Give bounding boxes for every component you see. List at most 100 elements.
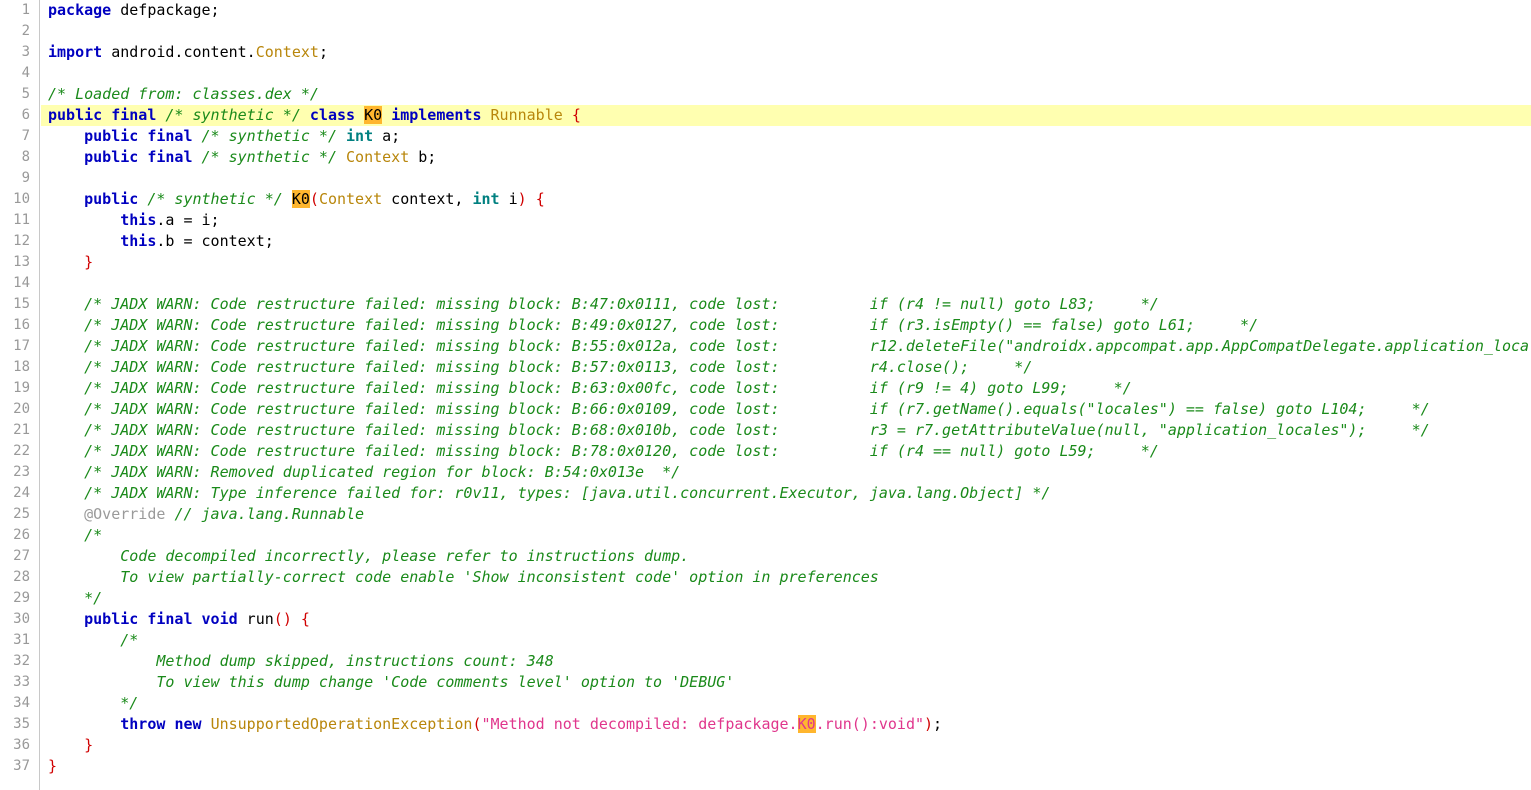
code-line[interactable]: package defpackage; bbox=[41, 0, 1531, 21]
code-line[interactable]: this.b = context; bbox=[41, 231, 1531, 252]
line-number: 28 bbox=[13, 569, 30, 585]
comment: /* JADX WARN: Removed duplicated region … bbox=[48, 463, 681, 481]
code-line[interactable] bbox=[41, 273, 1531, 294]
code-line[interactable]: public final /* synthetic */ class K0 im… bbox=[41, 105, 1531, 126]
code-line[interactable] bbox=[41, 21, 1531, 42]
code-line[interactable]: } bbox=[41, 252, 1531, 273]
keyword: new bbox=[174, 715, 202, 733]
code-content-area[interactable]: package defpackage; import android.conte… bbox=[41, 0, 1531, 790]
line-number: 24 bbox=[13, 485, 30, 501]
line-number: 27 bbox=[13, 548, 30, 564]
code-line[interactable]: this.a = i; bbox=[41, 210, 1531, 231]
code-line[interactable]: /* JADX WARN: Code restructure failed: m… bbox=[41, 315, 1531, 336]
code-line[interactable]: public /* synthetic */ K0(Context contex… bbox=[41, 189, 1531, 210]
code-line[interactable]: /* JADX WARN: Type inference failed for:… bbox=[41, 483, 1531, 504]
comment: /* bbox=[48, 631, 139, 649]
code-line[interactable]: import android.content.Context; bbox=[41, 42, 1531, 63]
line-number: 31 bbox=[13, 632, 30, 648]
code-line[interactable] bbox=[41, 63, 1531, 84]
line-number: 32 bbox=[13, 653, 30, 669]
code-line[interactable]: /* JADX WARN: Code restructure failed: m… bbox=[41, 399, 1531, 420]
keyword: public bbox=[84, 148, 139, 166]
bracket: { bbox=[535, 190, 545, 208]
comment: To view partially-correct code enable 'S… bbox=[48, 568, 879, 586]
line-number: 25 bbox=[13, 506, 30, 522]
bracket: } bbox=[84, 736, 94, 754]
line-number: 4 bbox=[21, 65, 30, 81]
line-number: 35 bbox=[13, 716, 30, 732]
line-number: 9 bbox=[21, 170, 30, 186]
occurrence-highlight: K0 bbox=[364, 106, 383, 124]
line-number: 36 bbox=[13, 737, 30, 753]
code-line[interactable]: /* JADX WARN: Removed duplicated region … bbox=[41, 462, 1531, 483]
line-number: 15 bbox=[13, 296, 30, 312]
keyword: class bbox=[309, 106, 356, 124]
comment: /* JADX WARN: Code restructure failed: m… bbox=[48, 421, 1430, 439]
comment: */ bbox=[48, 694, 139, 712]
code-line[interactable]: /* JADX WARN: Code restructure failed: m… bbox=[41, 357, 1531, 378]
code-line[interactable]: /* JADX WARN: Code restructure failed: m… bbox=[41, 441, 1531, 462]
code-line[interactable]: To view partially-correct code enable 'S… bbox=[41, 567, 1531, 588]
class-name: Runnable bbox=[490, 106, 563, 124]
comment: /* JADX WARN: Code restructure failed: m… bbox=[48, 358, 1033, 376]
code-line[interactable]: /* bbox=[41, 630, 1531, 651]
code-line[interactable]: } bbox=[41, 735, 1531, 756]
code-line[interactable]: */ bbox=[41, 693, 1531, 714]
bracket: ) bbox=[282, 610, 292, 628]
code-editor[interactable]: 1 2 3 4 5 6 7 8 9 10 11 12 13 14 15 16 17 18 19 20 21 22 23 24 2… bbox=[0, 0, 1531, 790]
keyword: public bbox=[48, 106, 103, 124]
comment: /* JADX WARN: Type inference failed for:… bbox=[48, 484, 1051, 502]
class-name: Context bbox=[255, 43, 319, 61]
code-line[interactable]: public final void run() { bbox=[41, 609, 1531, 630]
comment: // java.lang.Runnable bbox=[174, 505, 365, 523]
bracket: ( bbox=[472, 715, 482, 733]
code-line[interactable] bbox=[41, 168, 1531, 189]
comment: /* synthetic */ bbox=[201, 127, 337, 145]
comment: /* JADX WARN: Code restructure failed: m… bbox=[48, 337, 1531, 355]
line-number: 6 bbox=[21, 107, 30, 123]
comment: /* JADX WARN: Code restructure failed: m… bbox=[48, 442, 1159, 460]
code-line[interactable]: public final /* synthetic */ Context b; bbox=[41, 147, 1531, 168]
bracket: ) bbox=[517, 190, 527, 208]
line-number: 12 bbox=[13, 233, 30, 249]
code-line[interactable]: /* JADX WARN: Code restructure failed: m… bbox=[41, 336, 1531, 357]
line-number: 11 bbox=[13, 212, 30, 228]
code-line[interactable]: /* JADX WARN: Code restructure failed: m… bbox=[41, 420, 1531, 441]
keyword: throw bbox=[120, 715, 166, 733]
comment: /* JADX WARN: Code restructure failed: m… bbox=[48, 400, 1430, 418]
line-number: 5 bbox=[21, 86, 30, 102]
comment: /* synthetic */ bbox=[165, 106, 301, 124]
code-line[interactable]: /* bbox=[41, 525, 1531, 546]
line-number: 23 bbox=[13, 464, 30, 480]
keyword: final bbox=[147, 610, 193, 628]
code-line[interactable]: /* JADX WARN: Code restructure failed: m… bbox=[41, 294, 1531, 315]
code-line[interactable]: Code decompiled incorrectly, please refe… bbox=[41, 546, 1531, 567]
code-line[interactable]: Method dump skipped, instructions count:… bbox=[41, 651, 1531, 672]
bracket: { bbox=[571, 106, 581, 124]
line-number: 19 bbox=[13, 380, 30, 396]
code-line[interactable]: } bbox=[41, 756, 1531, 777]
line-number: 20 bbox=[13, 401, 30, 417]
bracket: ( bbox=[273, 610, 283, 628]
line-number: 16 bbox=[13, 317, 30, 333]
keyword: final bbox=[147, 148, 193, 166]
bracket: } bbox=[84, 253, 94, 271]
line-number: 21 bbox=[13, 422, 30, 438]
comment: /* Loaded from: classes.dex */ bbox=[48, 85, 319, 103]
keyword: public bbox=[84, 610, 139, 628]
keyword: import bbox=[48, 43, 103, 61]
code-line[interactable]: throw new UnsupportedOperationException(… bbox=[41, 714, 1531, 735]
keyword: implements bbox=[391, 106, 482, 124]
line-number: 2 bbox=[21, 23, 30, 39]
code-line[interactable]: /* JADX WARN: Code restructure failed: m… bbox=[41, 378, 1531, 399]
line-number: 37 bbox=[13, 758, 30, 774]
code-line[interactable]: To view this dump change 'Code comments … bbox=[41, 672, 1531, 693]
bracket: ) bbox=[924, 715, 934, 733]
line-number: 7 bbox=[21, 128, 30, 144]
code-line[interactable]: */ bbox=[41, 588, 1531, 609]
line-number: 34 bbox=[13, 695, 30, 711]
code-line[interactable]: @Override // java.lang.Runnable bbox=[41, 504, 1531, 525]
code-line[interactable]: /* Loaded from: classes.dex */ bbox=[41, 84, 1531, 105]
code-line[interactable]: public final /* synthetic */ int a; bbox=[41, 126, 1531, 147]
line-number: 33 bbox=[13, 674, 30, 690]
